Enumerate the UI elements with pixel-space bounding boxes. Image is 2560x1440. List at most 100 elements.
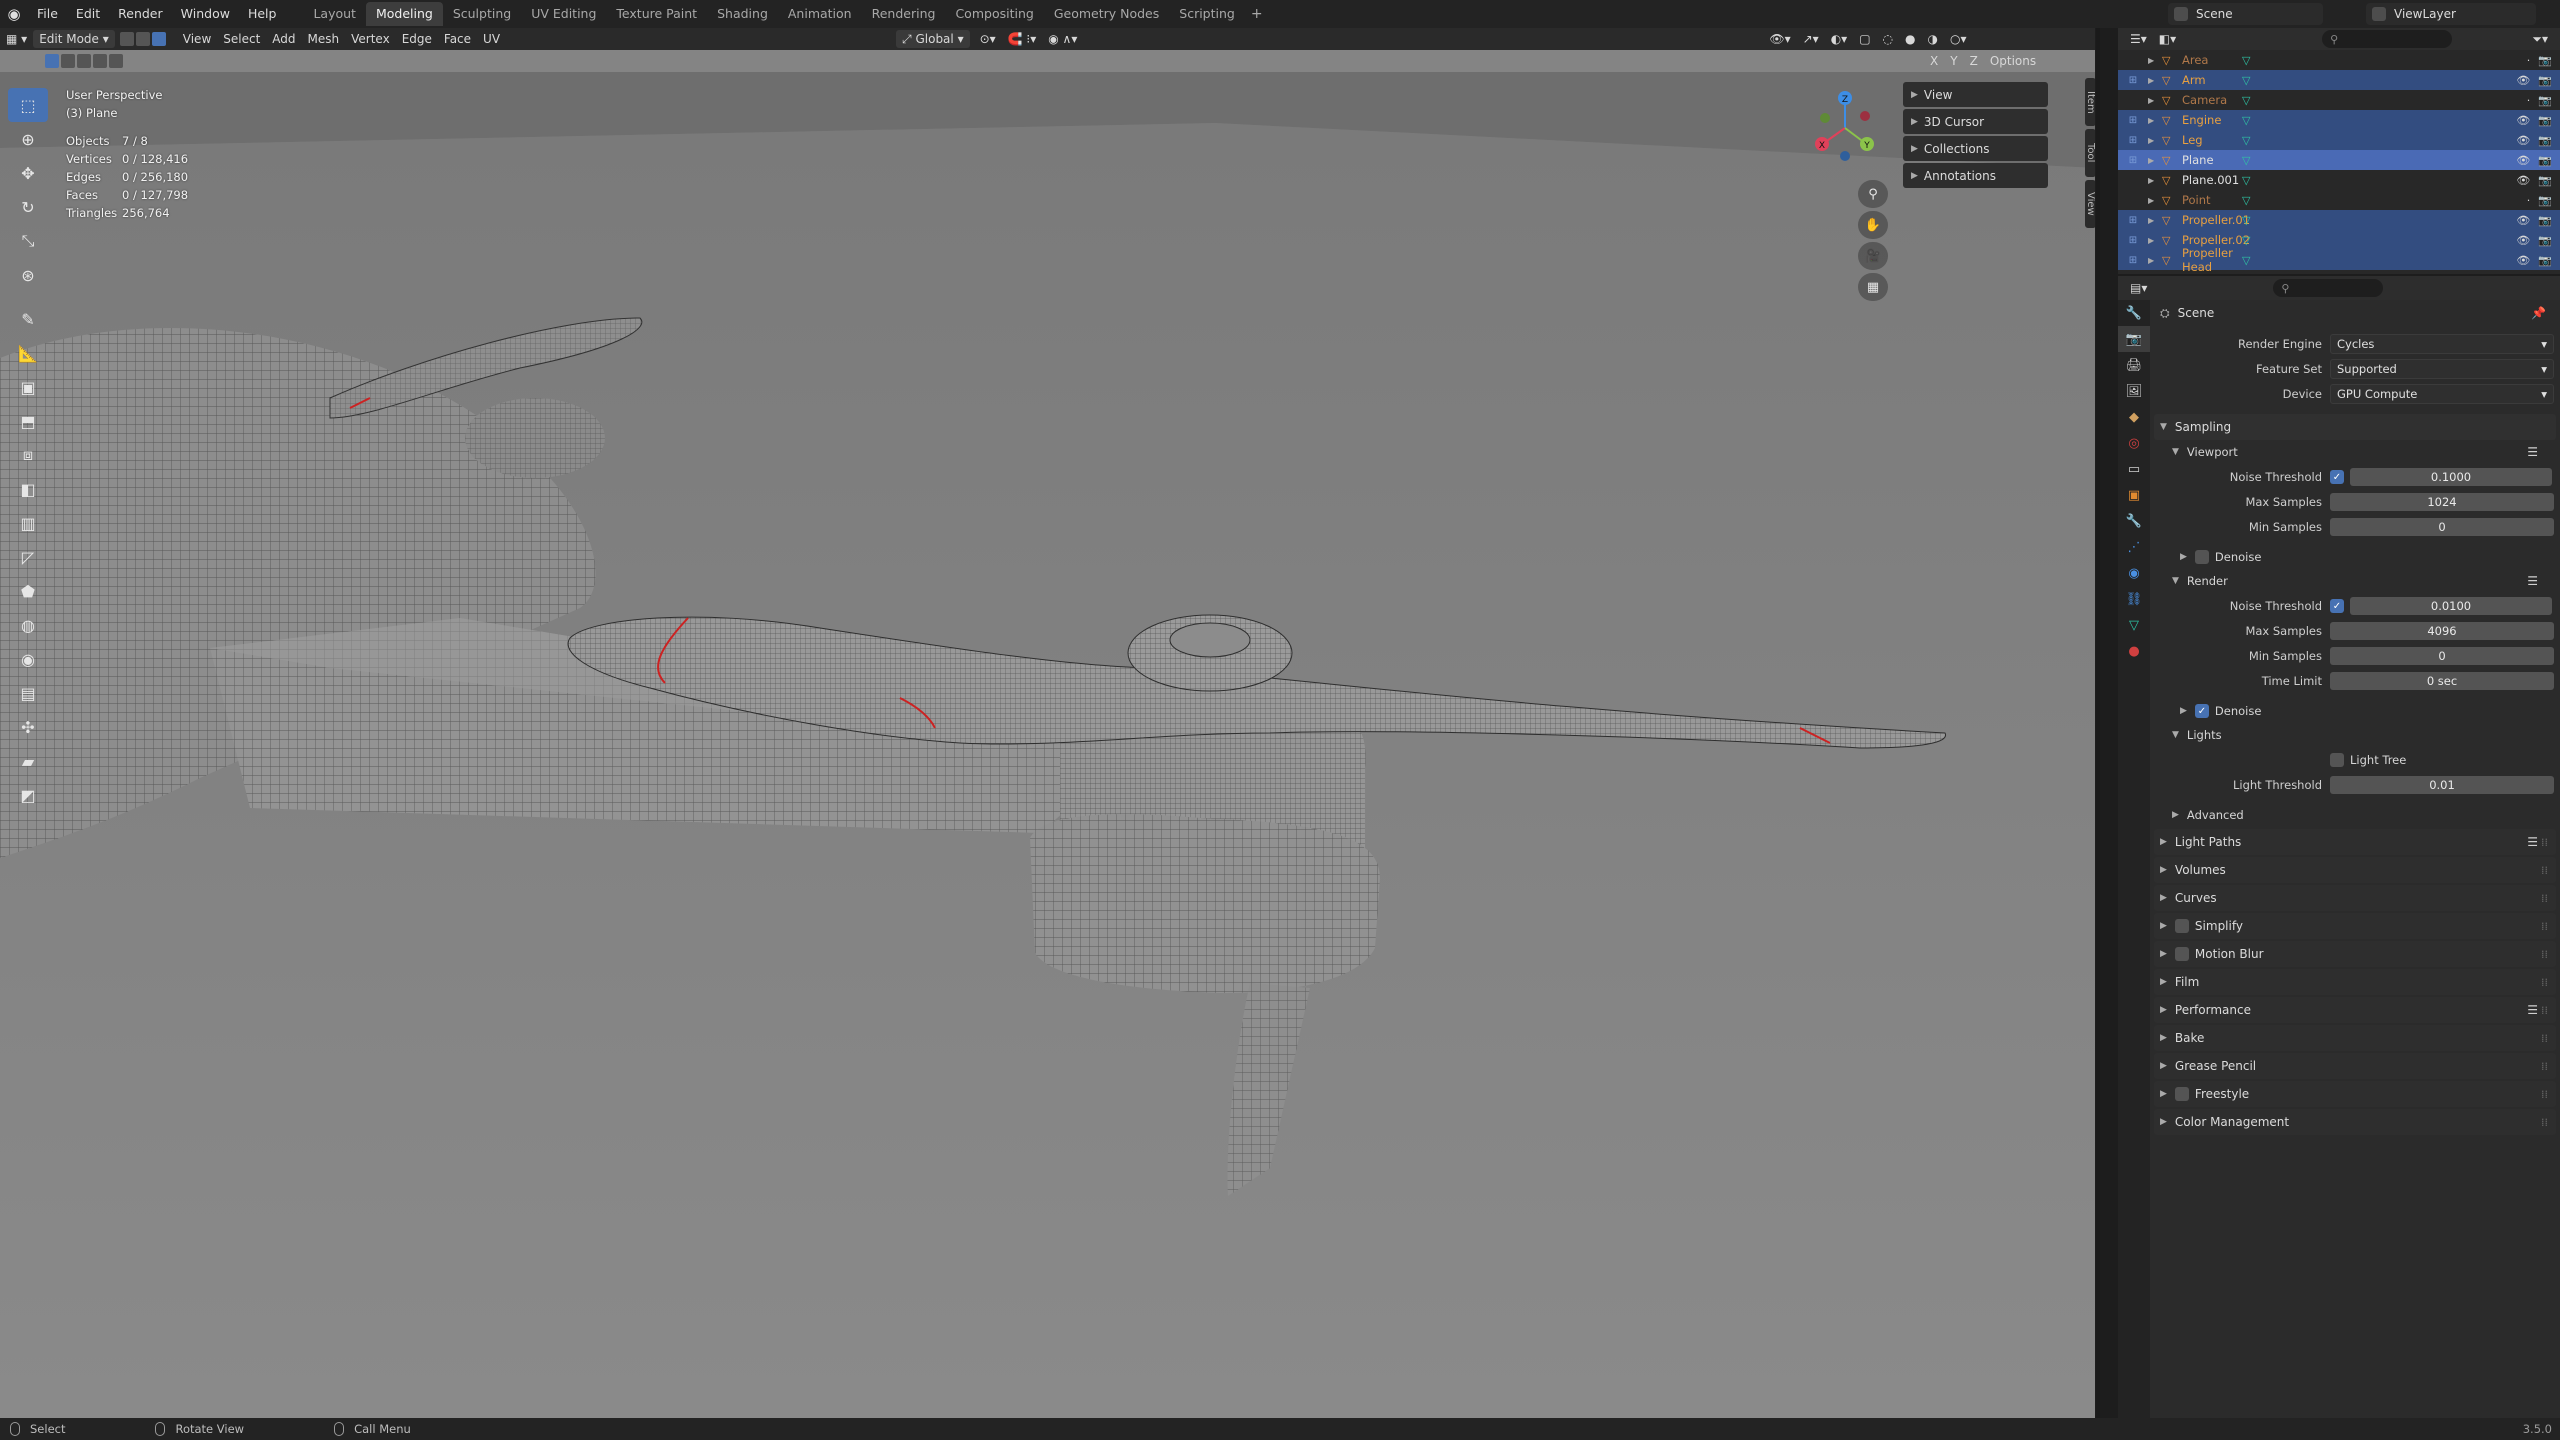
area-divider[interactable]	[2096, 28, 2100, 1418]
drag-handle-icon[interactable]: ⁞⁞	[2541, 976, 2548, 989]
scene-tab-icon[interactable]: ◆	[2118, 404, 2150, 430]
mesh-data-icon[interactable]: ▽	[2242, 214, 2250, 227]
edit-mode-toggle-icon[interactable]: ⊞	[2118, 75, 2148, 86]
r-denoise-checkbox[interactable]: ✓	[2194, 704, 2209, 718]
shading-material-icon[interactable]: ◑	[1922, 30, 1944, 48]
vp-noise-threshold-field[interactable]: 0.1000	[2350, 468, 2552, 486]
extrude-tool-icon[interactable]: ⬒	[8, 404, 48, 438]
section-enable-checkbox[interactable]	[2174, 919, 2189, 933]
outliner-filter-icon[interactable]: ⏷▾	[2526, 30, 2554, 48]
mesh-data-icon[interactable]: ▽	[2242, 194, 2250, 207]
r-min-samples-field[interactable]: 0	[2330, 647, 2554, 665]
tab-sculpting[interactable]: Sculpting	[443, 2, 521, 26]
section-motion-blur[interactable]: ▶ Motion Blur ⁞⁞	[2154, 941, 2556, 967]
drag-handle-icon[interactable]: ⁞⁞	[2541, 1004, 2548, 1017]
vp-min-samples-field[interactable]: 0	[2330, 518, 2554, 536]
expand-arrow-icon[interactable]: ▶	[2148, 196, 2162, 205]
subsection-r-denoise[interactable]: ▶ ✓ Denoise	[2154, 699, 2556, 723]
section-enable-checkbox[interactable]	[2174, 1087, 2189, 1101]
gizmo-toggle-icon[interactable]: ↗▾	[1797, 30, 1825, 48]
xray-toggle-icon[interactable]: ▢	[1853, 30, 1876, 48]
blender-logo-icon[interactable]: ◉	[0, 0, 28, 28]
rip-tool-icon[interactable]: ◩	[8, 778, 48, 812]
annotate-tool-icon[interactable]: ✎	[8, 302, 48, 336]
visibility-eye-icon[interactable]: ·	[2527, 54, 2531, 67]
r-noise-threshold-checkbox[interactable]: ✓	[2330, 599, 2344, 613]
section-freestyle[interactable]: ▶ Freestyle ⁞⁞	[2154, 1081, 2556, 1107]
outliner-item-name[interactable]: Propeller.02	[2182, 233, 2250, 247]
face-select-icon[interactable]	[151, 32, 166, 46]
object-tab-icon[interactable]: ▣	[2118, 482, 2150, 508]
menu-select[interactable]: Select	[217, 30, 266, 48]
panel-collections[interactable]: ▶ Collections	[1903, 136, 2048, 161]
render-camera-icon[interactable]: 📷	[2538, 74, 2552, 87]
vertex-select-icon[interactable]	[119, 32, 134, 46]
visibility-eye-icon[interactable]: ·	[2527, 94, 2531, 107]
menu-add[interactable]: Add	[266, 30, 301, 48]
edge-select-icon[interactable]	[135, 32, 150, 46]
edit-mode-toggle-icon[interactable]: ⊞	[2118, 235, 2148, 246]
shading-wireframe-icon[interactable]: ◌	[1877, 30, 1899, 48]
outliner-row[interactable]: ▶ ▽ Point ▽ · 📷	[2118, 190, 2560, 210]
editor-type-icon[interactable]: ▦ ▾	[0, 30, 33, 48]
tab-modeling[interactable]: Modeling	[365, 2, 443, 26]
presets-list-icon[interactable]: ☰	[2527, 445, 2538, 459]
render-tab-icon[interactable]: 📷	[2118, 326, 2150, 352]
vp-max-samples-field[interactable]: 1024	[2330, 493, 2554, 511]
expand-arrow-icon[interactable]: ▶	[2148, 156, 2162, 165]
section-color-management[interactable]: ▶ Color Management ⁞⁞	[2154, 1109, 2556, 1135]
r-max-samples-field[interactable]: 4096	[2330, 622, 2554, 640]
render-camera-icon[interactable]: 📷	[2538, 234, 2552, 247]
loop-cut-tool-icon[interactable]: ▥	[8, 506, 48, 540]
section-film[interactable]: ▶ Film ⁞⁞	[2154, 969, 2556, 995]
visibility-eye-icon[interactable]: 👁	[2516, 254, 2530, 267]
proportional-edit-icon[interactable]: ◉ ∧▾	[1042, 30, 1083, 48]
ortho-toggle-icon[interactable]: ▦	[1858, 273, 1888, 301]
menu-window[interactable]: Window	[172, 0, 239, 28]
presets-list-icon[interactable]: ☰	[2527, 1003, 2538, 1017]
particles-tab-icon[interactable]: ⋰	[2118, 534, 2150, 560]
section-grease-pencil[interactable]: ▶ Grease Pencil ⁞⁞	[2154, 1053, 2556, 1079]
visibility-icon[interactable]: 👁▾	[1763, 30, 1796, 48]
outliner-row[interactable]: ⊞ ▶ ▽ Engine ▽ 👁 📷	[2118, 110, 2560, 130]
menu-uv[interactable]: UV	[477, 30, 506, 48]
collection-tab-icon[interactable]: ▭	[2118, 456, 2150, 482]
outliner-item-name[interactable]: Engine	[2182, 113, 2242, 127]
menu-file[interactable]: File	[28, 0, 67, 28]
select-box-mode-icon[interactable]	[45, 54, 59, 68]
drag-handle-icon[interactable]: ⁞⁞	[2541, 1116, 2548, 1129]
add-workspace-icon[interactable]: +	[1245, 6, 1269, 22]
drag-handle-icon[interactable]: ⁞⁞	[2541, 948, 2548, 961]
outliner-item-name[interactable]: Arm	[2182, 73, 2242, 87]
expand-arrow-icon[interactable]: ▶	[2148, 116, 2162, 125]
outliner-row[interactable]: ⊞ ▶ ▽ Leg ▽ 👁 📷	[2118, 130, 2560, 150]
pivot-icon[interactable]: ⊙▾	[974, 30, 1002, 48]
section-bake[interactable]: ▶ Bake ⁞⁞	[2154, 1025, 2556, 1051]
modifier-tab-icon[interactable]: 🔧	[2118, 508, 2150, 534]
smooth-tool-icon[interactable]: ◉	[8, 642, 48, 676]
mirror-z-toggle[interactable]: Z	[1964, 52, 1984, 70]
visibility-eye-icon[interactable]: 👁	[2516, 114, 2530, 127]
camera-view-icon[interactable]: 🎥	[1858, 242, 1888, 270]
visibility-eye-icon[interactable]: 👁	[2516, 174, 2530, 187]
tool-tab-icon[interactable]: 🔧	[2118, 300, 2150, 326]
menu-view[interactable]: View	[177, 30, 217, 48]
transform-tool-icon[interactable]: ⊛	[8, 258, 48, 292]
render-camera-icon[interactable]: 📷	[2538, 134, 2552, 147]
outliner-item-name[interactable]: Area	[2182, 53, 2242, 67]
drag-handle-icon[interactable]: ⁞⁞	[2541, 1032, 2548, 1045]
output-tab-icon[interactable]: 🖨	[2118, 352, 2150, 378]
tab-uv-editing[interactable]: UV Editing	[521, 2, 606, 26]
drag-handle-icon[interactable]: ⁞⁞	[2541, 864, 2548, 877]
data-tab-icon[interactable]: ▽	[2118, 612, 2150, 638]
expand-arrow-icon[interactable]: ▶	[2148, 176, 2162, 185]
expand-arrow-icon[interactable]: ▶	[2148, 136, 2162, 145]
panel-3d-cursor[interactable]: ▶ 3D Cursor	[1903, 109, 2048, 134]
spin-tool-icon[interactable]: ◍	[8, 608, 48, 642]
section-light-paths[interactable]: ▶ Light Paths ☰ ⁞⁞	[2154, 829, 2556, 855]
outliner-search-input[interactable]: ⚲	[2322, 30, 2453, 48]
outliner-row[interactable]: ⊞ ▶ ▽ Plane ▽ 👁 📷	[2118, 150, 2560, 170]
mesh-data-icon[interactable]: ▽	[2242, 74, 2250, 87]
add-cube-tool-icon[interactable]: ▣	[8, 370, 48, 404]
edit-mode-toggle-icon[interactable]: ⊞	[2118, 155, 2148, 166]
